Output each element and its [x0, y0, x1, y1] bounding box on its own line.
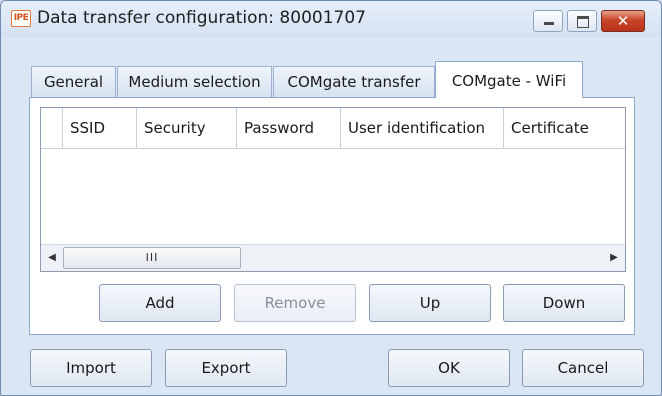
import-button[interactable]: Import [30, 349, 152, 387]
maximize-button[interactable] [567, 10, 597, 32]
up-button[interactable]: Up [369, 284, 491, 322]
minimize-icon [544, 22, 554, 25]
dialog-window: IPE Data transfer configuration: 8000170… [0, 0, 662, 396]
tab-general[interactable]: General [31, 66, 116, 98]
minimize-button[interactable] [533, 10, 563, 32]
tab-medium-selection[interactable]: Medium selection [117, 66, 272, 98]
column-header-security[interactable]: Security [137, 108, 237, 148]
tab-comgate-wifi[interactable]: COMgate - WiFi [435, 61, 583, 98]
scroll-thumb[interactable]: III [63, 247, 241, 269]
tab-comgate-transfer[interactable]: COMgate transfer [273, 66, 435, 98]
ok-button[interactable]: OK [388, 349, 510, 387]
scroll-left-icon[interactable]: ◀ [41, 245, 63, 271]
column-header-password[interactable]: Password [237, 108, 341, 148]
horizontal-scrollbar[interactable]: ◀ III ▶ [41, 244, 625, 271]
window-title: Data transfer configuration: 80001707 [37, 8, 366, 28]
down-button[interactable]: Down [503, 284, 625, 322]
column-header-certificate[interactable]: Certificate [504, 108, 626, 148]
row-selector-header [41, 108, 63, 148]
remove-button[interactable]: Remove [234, 284, 356, 322]
close-icon: ✕ [616, 12, 630, 30]
column-header-user-identification[interactable]: User identification [341, 108, 504, 148]
maximize-icon [577, 16, 589, 28]
scroll-right-icon[interactable]: ▶ [603, 245, 625, 271]
cancel-button[interactable]: Cancel [522, 349, 644, 387]
export-button[interactable]: Export [165, 349, 287, 387]
wifi-grid[interactable]: SSID Security Password User identificati… [40, 107, 626, 272]
title-bar[interactable]: IPE Data transfer configuration: 8000170… [1, 1, 661, 37]
column-header-ssid[interactable]: SSID [63, 108, 137, 148]
close-button[interactable]: ✕ [601, 10, 645, 32]
add-button[interactable]: Add [99, 284, 221, 322]
grid-header: SSID Security Password User identificati… [41, 108, 625, 149]
app-icon: IPE [11, 10, 31, 27]
